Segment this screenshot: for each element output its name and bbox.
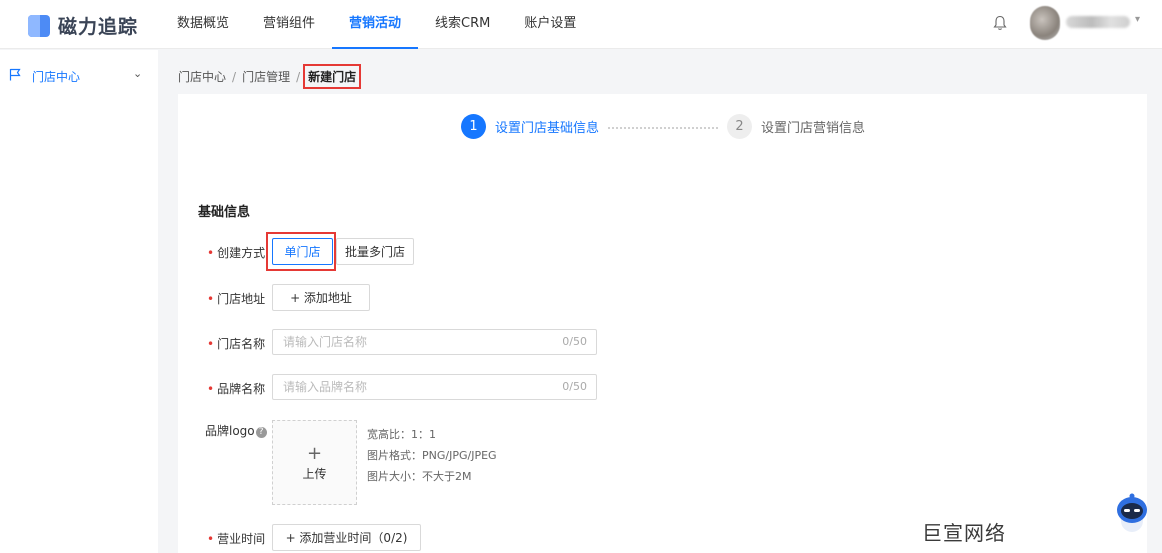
create-method-label-text: 创建方式 <box>217 246 266 260</box>
brand-logo-label: 品牌logo? <box>205 422 267 439</box>
breadcrumb-separator: / <box>232 69 237 84</box>
nav-item-crm[interactable]: 线索CRM <box>418 0 507 49</box>
create-method-label: • 创建方式 <box>207 244 265 261</box>
brand-logo-label-text: 品牌logo <box>205 424 255 438</box>
step-number: 1 <box>461 114 486 139</box>
business-hours-label-text: 营业时间 <box>217 532 266 546</box>
step-label: 设置门店营销信息 <box>761 121 866 136</box>
brand-name-label-text: 品牌名称 <box>217 382 266 396</box>
app-logo[interactable]: 磁力追踪 <box>28 12 138 39</box>
address-label-text: 门店地址 <box>217 292 266 306</box>
step-2: 2 设置门店营销信息 <box>727 114 865 139</box>
brand-name-label: • 品牌名称 <box>207 380 265 397</box>
brand-name-input[interactable] <box>283 375 533 399</box>
chevron-down-icon[interactable]: ▾ <box>1135 14 1140 25</box>
nav-item-data-overview[interactable]: 数据概览 <box>160 0 246 49</box>
chevron-down-icon[interactable]: ⌄ <box>133 67 142 80</box>
breadcrumb: 门店中心 / 门店管理 / 新建门店 <box>178 64 362 89</box>
required-mark: • <box>207 337 215 351</box>
required-mark: • <box>207 382 215 396</box>
main-nav: 数据概览 营销组件 营销活动 线索CRM 账户设置 <box>160 0 593 49</box>
username-blurred[interactable] <box>1066 16 1130 28</box>
watermark: 巨宣网络 <box>922 521 1006 545</box>
store-name-label: • 门店名称 <box>207 335 265 352</box>
upload-label: 上传 <box>302 467 327 481</box>
nav-item-account-settings[interactable]: 账户设置 <box>507 0 593 49</box>
sidebar: 门店中心 ⌄ <box>0 50 158 553</box>
flag-icon <box>9 68 21 81</box>
char-counter: 0/50 <box>562 380 587 393</box>
hint-image-size: 图片大小：不大于2M <box>367 470 472 483</box>
business-hours-label: • 营业时间 <box>207 530 265 547</box>
step-label: 设置门店基础信息 <box>495 121 600 136</box>
hint-aspect-ratio: 宽高比：1：1 <box>367 428 436 441</box>
step-1: 1 设置门店基础信息 <box>461 114 599 139</box>
bell-icon[interactable] <box>993 15 1007 31</box>
step-connector <box>608 127 718 129</box>
help-icon[interactable]: ? <box>255 427 267 438</box>
top-bar: 磁力追踪 数据概览 营销组件 营销活动 线索CRM 账户设置 ▾ <box>0 0 1162 49</box>
breadcrumb-current: 新建门店 <box>303 64 362 89</box>
brand-name-field[interactable]: 0/50 <box>272 374 597 400</box>
batch-stores-option[interactable]: 批量多门店 <box>336 238 414 265</box>
add-business-hours-button[interactable]: + 添加营业时间（0/2) <box>272 524 421 551</box>
nav-item-marketing-components[interactable]: 营销组件 <box>246 0 332 49</box>
step-number: 2 <box>727 114 752 139</box>
breadcrumb-item-store-center[interactable]: 门店中心 <box>178 68 226 85</box>
hint-image-format: 图片格式：PNG/JPG/JPEG <box>367 449 497 462</box>
robot-assistant-icon[interactable] <box>1112 491 1152 533</box>
app-name: 磁力追踪 <box>58 16 139 38</box>
section-title: 基础信息 <box>198 205 251 220</box>
breadcrumb-separator: / <box>296 69 301 84</box>
sidebar-item-label: 门店中心 <box>32 70 81 84</box>
address-label: • 门店地址 <box>207 290 265 307</box>
plus-icon: + <box>306 443 323 464</box>
required-mark: • <box>207 246 215 260</box>
store-name-input[interactable] <box>283 330 533 354</box>
add-address-button[interactable]: + 添加地址 <box>272 284 370 311</box>
avatar[interactable] <box>1030 6 1060 40</box>
store-name-label-text: 门店名称 <box>217 337 266 351</box>
highlight-box <box>266 232 336 271</box>
form-card: 1 设置门店基础信息 2 设置门店营销信息 基础信息 • 创建方式 单门店 批量多… <box>178 94 1147 553</box>
sidebar-item-store-center[interactable]: 门店中心 ⌄ <box>0 63 158 87</box>
required-mark: • <box>207 532 215 546</box>
store-name-field[interactable]: 0/50 <box>272 329 597 355</box>
logo-icon <box>28 14 50 37</box>
required-mark: • <box>207 292 215 306</box>
logo-upload-box[interactable]: + 上传 <box>272 420 357 505</box>
breadcrumb-item-store-management[interactable]: 门店管理 <box>242 68 290 85</box>
nav-item-marketing-campaigns[interactable]: 营销活动 <box>332 0 419 49</box>
char-counter: 0/50 <box>562 335 587 348</box>
